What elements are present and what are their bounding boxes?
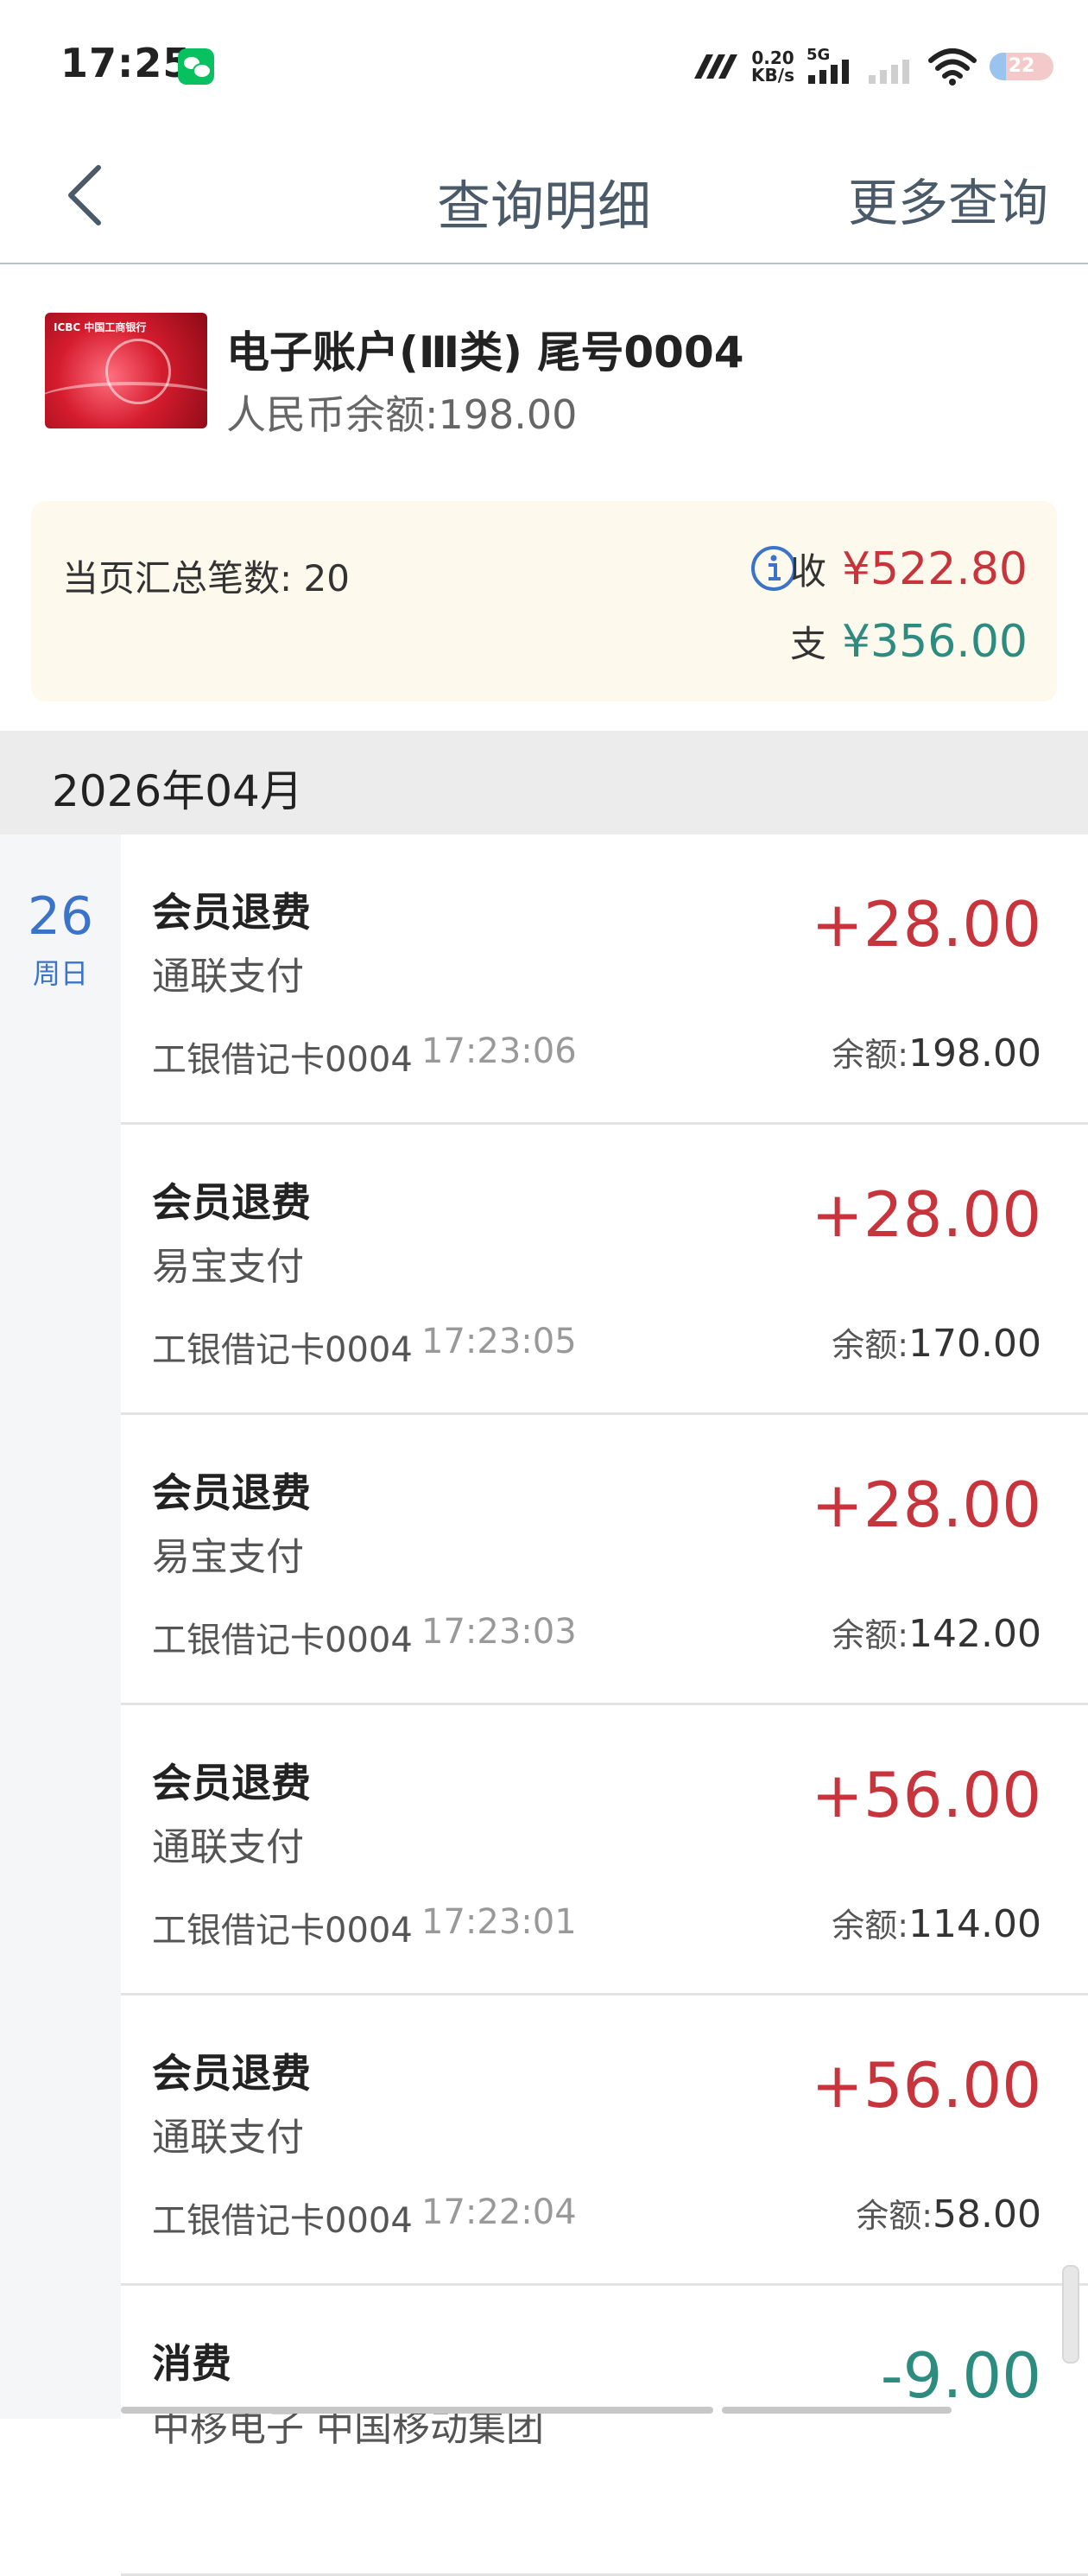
signal-sim2-icon — [867, 48, 915, 86]
tx-balance-label: 余额: — [856, 2197, 933, 2235]
tx-title: 会员退费 — [152, 2050, 311, 2097]
tx-balance: 余额:58.00 — [856, 2189, 1041, 2237]
tx-balance-label: 余额: — [832, 1907, 909, 1945]
battery-level: 22 — [1008, 55, 1035, 77]
status-bar: 17:25 0.20 KB/s 5G 22 — [0, 0, 1088, 135]
tx-title: 会员退费 — [152, 1469, 311, 1516]
tx-balance: 余额:170.00 — [832, 1318, 1041, 1366]
tx-title: 会员退费 — [152, 1760, 311, 1806]
tx-balance-value: 170.00 — [908, 1322, 1041, 1366]
tx-amount: +56.00 — [811, 1759, 1041, 1831]
tx-time: 17:23:01 — [421, 1902, 577, 1942]
tx-amount: -9.00 — [880, 2339, 1041, 2412]
tx-card: 工银借记卡0004 — [152, 1040, 413, 1080]
tx-balance-value: 114.00 — [908, 1902, 1041, 1946]
network-speed-unit: KB/s — [751, 65, 794, 86]
status-icons: 0.20 KB/s 5G 22 — [691, 45, 1053, 88]
income-amount: ¥522.80 — [841, 543, 1028, 595]
tx-balance-label: 余额: — [832, 1616, 909, 1654]
tx-channel: 易宝支付 — [152, 1535, 304, 1579]
tx-time: 17:23:05 — [421, 1322, 577, 1361]
transaction-row[interactable]: 会员退费 通联支付 工银借记卡0004 17:23:01 +56.00 余额:1… — [121, 1705, 1088, 1995]
tx-balance-value: 198.00 — [908, 1031, 1041, 1075]
tx-balance: 余额:198.00 — [832, 1028, 1041, 1075]
tx-channel: 通联支付 — [152, 1825, 304, 1869]
tx-amount: +28.00 — [811, 1469, 1041, 1541]
signal-5g-icon: 5G — [807, 46, 855, 86]
tx-amount: +28.00 — [811, 1178, 1041, 1251]
expense-amount: ¥356.00 — [841, 616, 1028, 668]
tx-title: 消费 — [152, 2340, 231, 2387]
tx-balance-label: 余额: — [832, 1326, 909, 1364]
summary-count: 当页汇总笔数: 20 — [62, 557, 350, 600]
tx-balance-value: 58.00 — [933, 2192, 1041, 2237]
tx-balance-value: 142.00 — [908, 1612, 1041, 1656]
tx-channel: 中移电子 中国移动集团 — [152, 2406, 544, 2450]
tx-channel: 通联支付 — [152, 955, 304, 999]
page-summary: 当页汇总笔数: 20 收 ¥522.80 支 ¥356.00 — [31, 501, 1057, 701]
horizontal-scrollbar[interactable] — [121, 2407, 1088, 2419]
tx-balance: 余额:114.00 — [832, 1899, 1041, 1946]
summary-expense: 支 ¥356.00 — [790, 615, 1028, 668]
tx-amount: +56.00 — [811, 2049, 1041, 2122]
account-name: 电子账户(Ⅲ类) 尾号0004 — [226, 327, 744, 378]
tx-title: 会员退费 — [152, 889, 311, 936]
wifi-icon — [928, 48, 977, 86]
tx-time: 17:23:03 — [421, 1612, 577, 1652]
transaction-row[interactable]: 会员退费 通联支付 工银借记卡0004 17:23:06 +28.00 余额:1… — [121, 834, 1088, 1125]
tx-time: 17:22:04 — [421, 2192, 577, 2232]
tx-amount: +28.00 — [811, 888, 1041, 961]
account-card[interactable]: ICBC 中国工商银行 电子账户(Ⅲ类) 尾号0004 人民币余额:198.00 — [0, 264, 1088, 466]
transaction-row[interactable]: 消费 中移电子 中国移动集团 -9.00 — [121, 2286, 1088, 2576]
tx-balance: 余额:142.00 — [832, 1608, 1041, 1656]
tx-title: 会员退费 — [152, 1179, 311, 1226]
clock: 17:25 — [60, 40, 192, 86]
income-label: 收 — [789, 550, 826, 593]
wechat-notification-icon — [178, 48, 214, 85]
tx-card: 工银借记卡0004 — [152, 1330, 413, 1370]
expense-label: 支 — [789, 623, 826, 665]
tx-channel: 通联支付 — [152, 2116, 304, 2160]
vertical-scrollbar[interactable] — [1062, 2265, 1079, 2363]
tx-card: 工银借记卡0004 — [152, 2201, 413, 2241]
tx-card: 工银借记卡0004 — [152, 1911, 413, 1951]
account-balance: 人民币余额:198.00 — [226, 391, 578, 438]
network-speed: 0.20 KB/s — [751, 49, 794, 84]
tx-channel: 易宝支付 — [152, 1245, 304, 1289]
tx-card: 工银借记卡0004 — [152, 1621, 413, 1660]
month-header: 2026年04月 — [0, 731, 1088, 834]
more-query-button[interactable]: 更多查询 — [848, 162, 1048, 235]
tx-time: 17:23:06 — [421, 1031, 577, 1071]
transaction-row[interactable]: 会员退费 通联支付 工银借记卡0004 17:22:04 +56.00 余额:5… — [121, 1995, 1088, 2286]
transaction-list: 会员退费 通联支付 工银借记卡0004 17:23:06 +28.00 余额:1… — [121, 834, 1088, 2576]
transaction-row[interactable]: 会员退费 易宝支付 工银借记卡0004 17:23:05 +28.00 余额:1… — [121, 1125, 1088, 1415]
date-column: 26 周日 — [0, 834, 121, 2419]
day-number: 26 — [27, 886, 94, 947]
day-weekday: 周日 — [32, 957, 88, 990]
network-speed-value: 0.20 — [751, 48, 794, 68]
transaction-row[interactable]: 会员退费 易宝支付 工银借记卡0004 17:23:03 +28.00 余额:1… — [121, 1415, 1088, 1705]
bank-card-image: ICBC 中国工商银行 — [45, 313, 207, 428]
battery-icon: 22 — [990, 53, 1053, 80]
nav-header: 查询明细 更多查询 — [0, 135, 1088, 265]
summary-income: 收 ¥522.80 — [790, 542, 1028, 595]
tx-balance-label: 余额: — [832, 1036, 909, 1074]
carrier-logo-icon — [694, 54, 738, 79]
month-label: 2026年04月 — [52, 766, 303, 816]
